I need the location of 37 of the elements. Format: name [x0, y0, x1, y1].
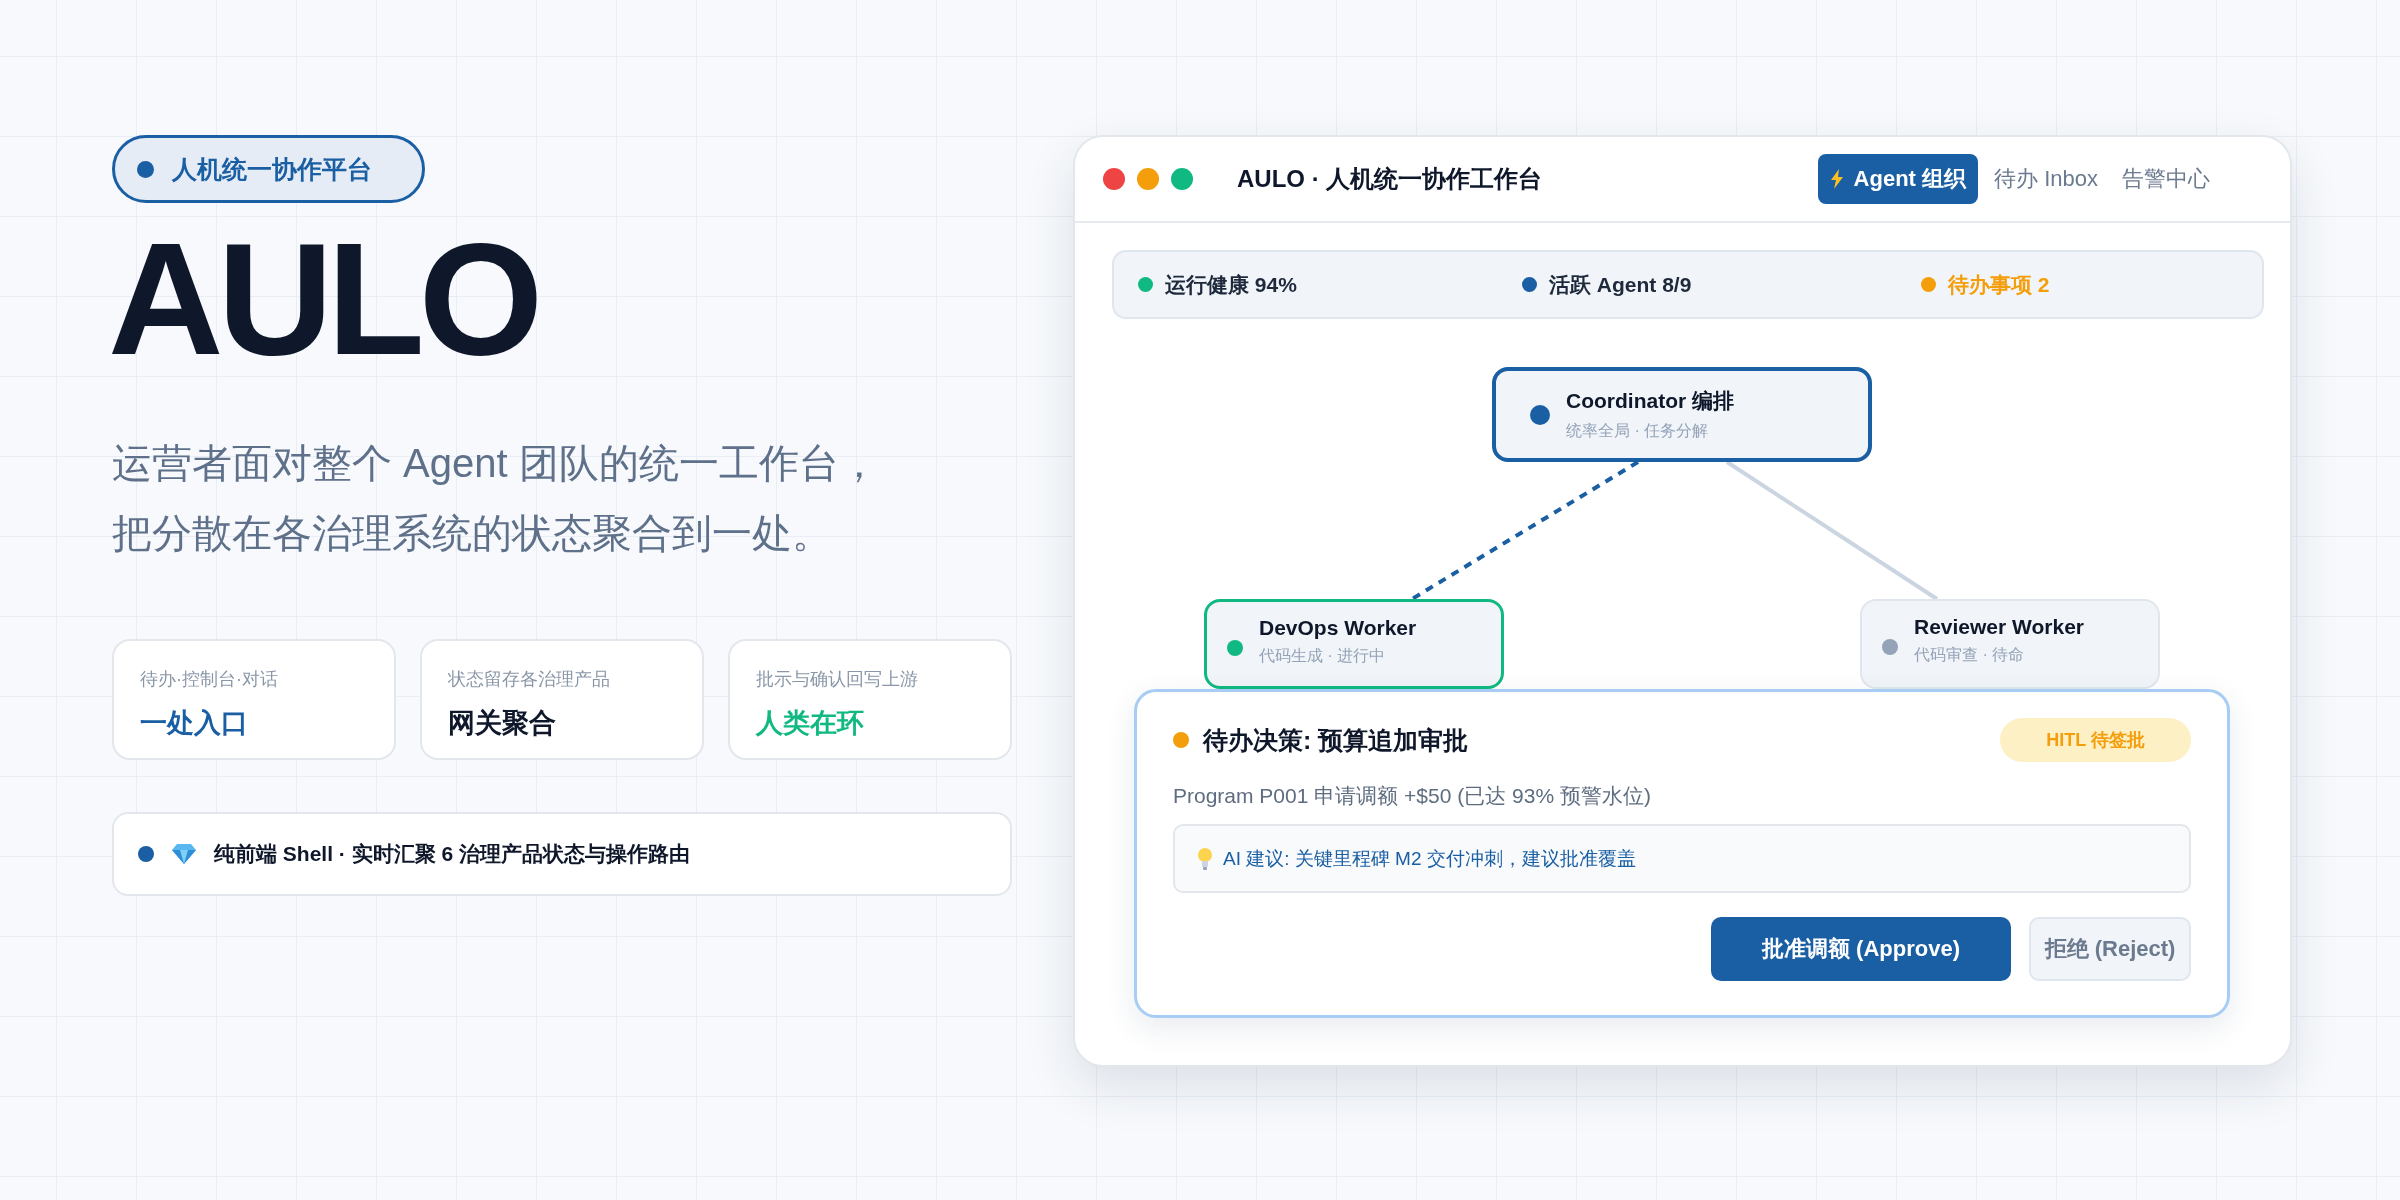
- window-controls-icon: [1103, 168, 1193, 190]
- stat-label: 活跃 Agent 8/9: [1549, 271, 1692, 298]
- agent-node[interactable]: Reviewer Worker 代码审查 · 待命: [1860, 599, 2160, 689]
- agent-node[interactable]: Coordinator 编排 统率全局 · 任务分解: [1492, 367, 1872, 462]
- feature-value: 人类在环: [756, 707, 865, 740]
- stat-label: 运行健康 94%: [1165, 271, 1297, 298]
- gem-icon: [172, 843, 196, 865]
- agent-node[interactable]: DevOps Worker 代码生成 · 进行中: [1204, 599, 1504, 689]
- agent-name: DevOps Worker: [1259, 616, 1417, 640]
- hero-subtitle: 运营者面对整个 Agent 团队的统一工作台，: [112, 440, 880, 487]
- info-text: 纯前端 Shell · 实时汇聚 6 治理产品状态与操作路由: [214, 841, 691, 867]
- agent-name: Reviewer Worker: [1914, 615, 2085, 639]
- feature-value: 网关聚合: [448, 707, 557, 740]
- decision-description: Program P001 申请调额 +$50 (已达 93% 预警水位): [1173, 783, 1652, 809]
- lightbulb-icon: [1197, 847, 1213, 870]
- approve-button[interactable]: 批准调额 (Approve): [1711, 917, 2011, 981]
- agent-detail: 代码审查 · 待命: [1914, 645, 2026, 665]
- decision-title: 待办决策: 预算追加审批: [1203, 724, 1469, 756]
- tab[interactable]: 告警中心: [2114, 154, 2218, 204]
- reject-button[interactable]: 拒绝 (Reject): [2029, 917, 2191, 981]
- suggestion-text: AI 建议: 关键里程碑 M2 交付冲刺，建议批准覆盖: [1223, 846, 1636, 871]
- feature-caption: 待办·控制台·对话: [140, 668, 279, 691]
- hero-title: AULO: [108, 219, 539, 379]
- tab[interactable]: Agent 组织: [1817, 154, 1979, 204]
- feature-caption: 批示与确认回写上游: [756, 668, 919, 691]
- stat-label: 待办事项 2: [1948, 271, 2050, 298]
- tab[interactable]: 待办 Inbox: [1986, 154, 2106, 204]
- hero-subtitle: 把分散在各治理系统的状态聚合到一处。: [112, 510, 833, 557]
- agent-name: Coordinator 编排: [1566, 388, 1734, 414]
- lightning-icon: [1829, 169, 1844, 189]
- badge-label: 人机统一协作平台: [172, 153, 372, 185]
- agent-detail: 代码生成 · 进行中: [1259, 646, 1387, 666]
- agent-detail: 统率全局 · 任务分解: [1566, 421, 1710, 441]
- feature-value: 一处入口: [140, 707, 249, 740]
- window-title: AULO · 人机统一协作工作台: [1237, 164, 1543, 194]
- feature-caption: 状态留存各治理产品: [448, 668, 611, 691]
- status-badge: HITL 待签批: [2000, 718, 2191, 762]
